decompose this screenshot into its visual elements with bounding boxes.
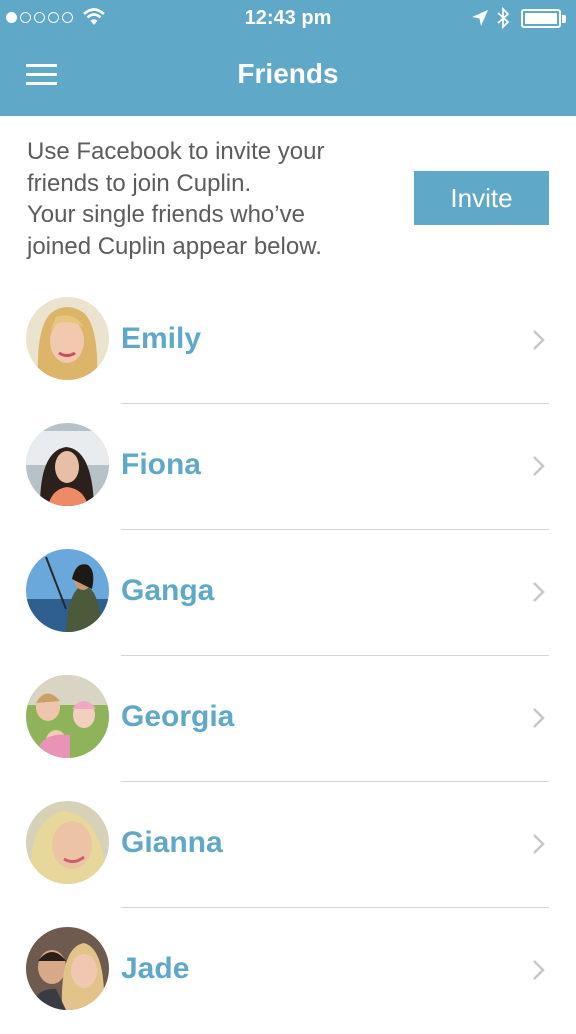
friend-name: Fiona — [121, 448, 201, 481]
chevron-right-icon — [533, 456, 545, 476]
avatar — [26, 927, 109, 1010]
battery-level — [525, 13, 557, 24]
friend-row-jade[interactable]: Jade — [0, 908, 576, 1034]
status-bar: 12:43 pm — [0, 0, 576, 38]
avatar — [26, 549, 109, 632]
chevron-right-icon — [533, 960, 545, 980]
chevron-right-icon — [533, 330, 545, 350]
invite-button[interactable]: Invite — [414, 171, 549, 225]
chevron-right-icon — [533, 834, 545, 854]
avatar — [26, 801, 109, 884]
invite-description: Use Facebook to invite your friends to j… — [27, 136, 397, 262]
friend-row-gianna[interactable]: Gianna — [0, 782, 576, 908]
friend-row-emily[interactable]: Emily — [0, 278, 576, 404]
bluetooth-icon — [497, 7, 510, 29]
friend-row-fiona[interactable]: Fiona — [0, 404, 576, 530]
page-title: Friends — [237, 58, 339, 89]
intro-line: Your single friends who’ve — [27, 201, 305, 228]
chevron-right-icon — [533, 582, 545, 602]
app-header: 12:43 pm Friends — [0, 0, 576, 116]
battery-tip — [562, 15, 566, 23]
location-arrow-icon — [472, 10, 488, 26]
battery-icon — [521, 9, 561, 28]
intro-line: Use Facebook to invite your — [27, 138, 325, 165]
friend-name: Emily — [121, 322, 202, 355]
friend-row-georgia[interactable]: Georgia — [0, 656, 576, 782]
avatar — [26, 423, 109, 506]
avatar — [26, 675, 109, 758]
friend-name: Jade — [121, 952, 190, 985]
friend-name: Gianna — [121, 826, 223, 859]
chevron-right-icon — [533, 708, 545, 728]
status-time: 12:43 pm — [244, 7, 332, 29]
friend-name: Ganga — [121, 574, 215, 607]
intro-line: friends to join Cuplin. — [27, 169, 252, 197]
avatar — [26, 297, 109, 380]
friend-name: Georgia — [121, 700, 235, 733]
friend-row-ganga[interactable]: Ganga — [0, 530, 576, 656]
intro-line: joined Cuplin appear below. — [27, 232, 322, 260]
friends-list: Emily Fiona Ganga Georgia Gianna Jade — [0, 278, 576, 1034]
